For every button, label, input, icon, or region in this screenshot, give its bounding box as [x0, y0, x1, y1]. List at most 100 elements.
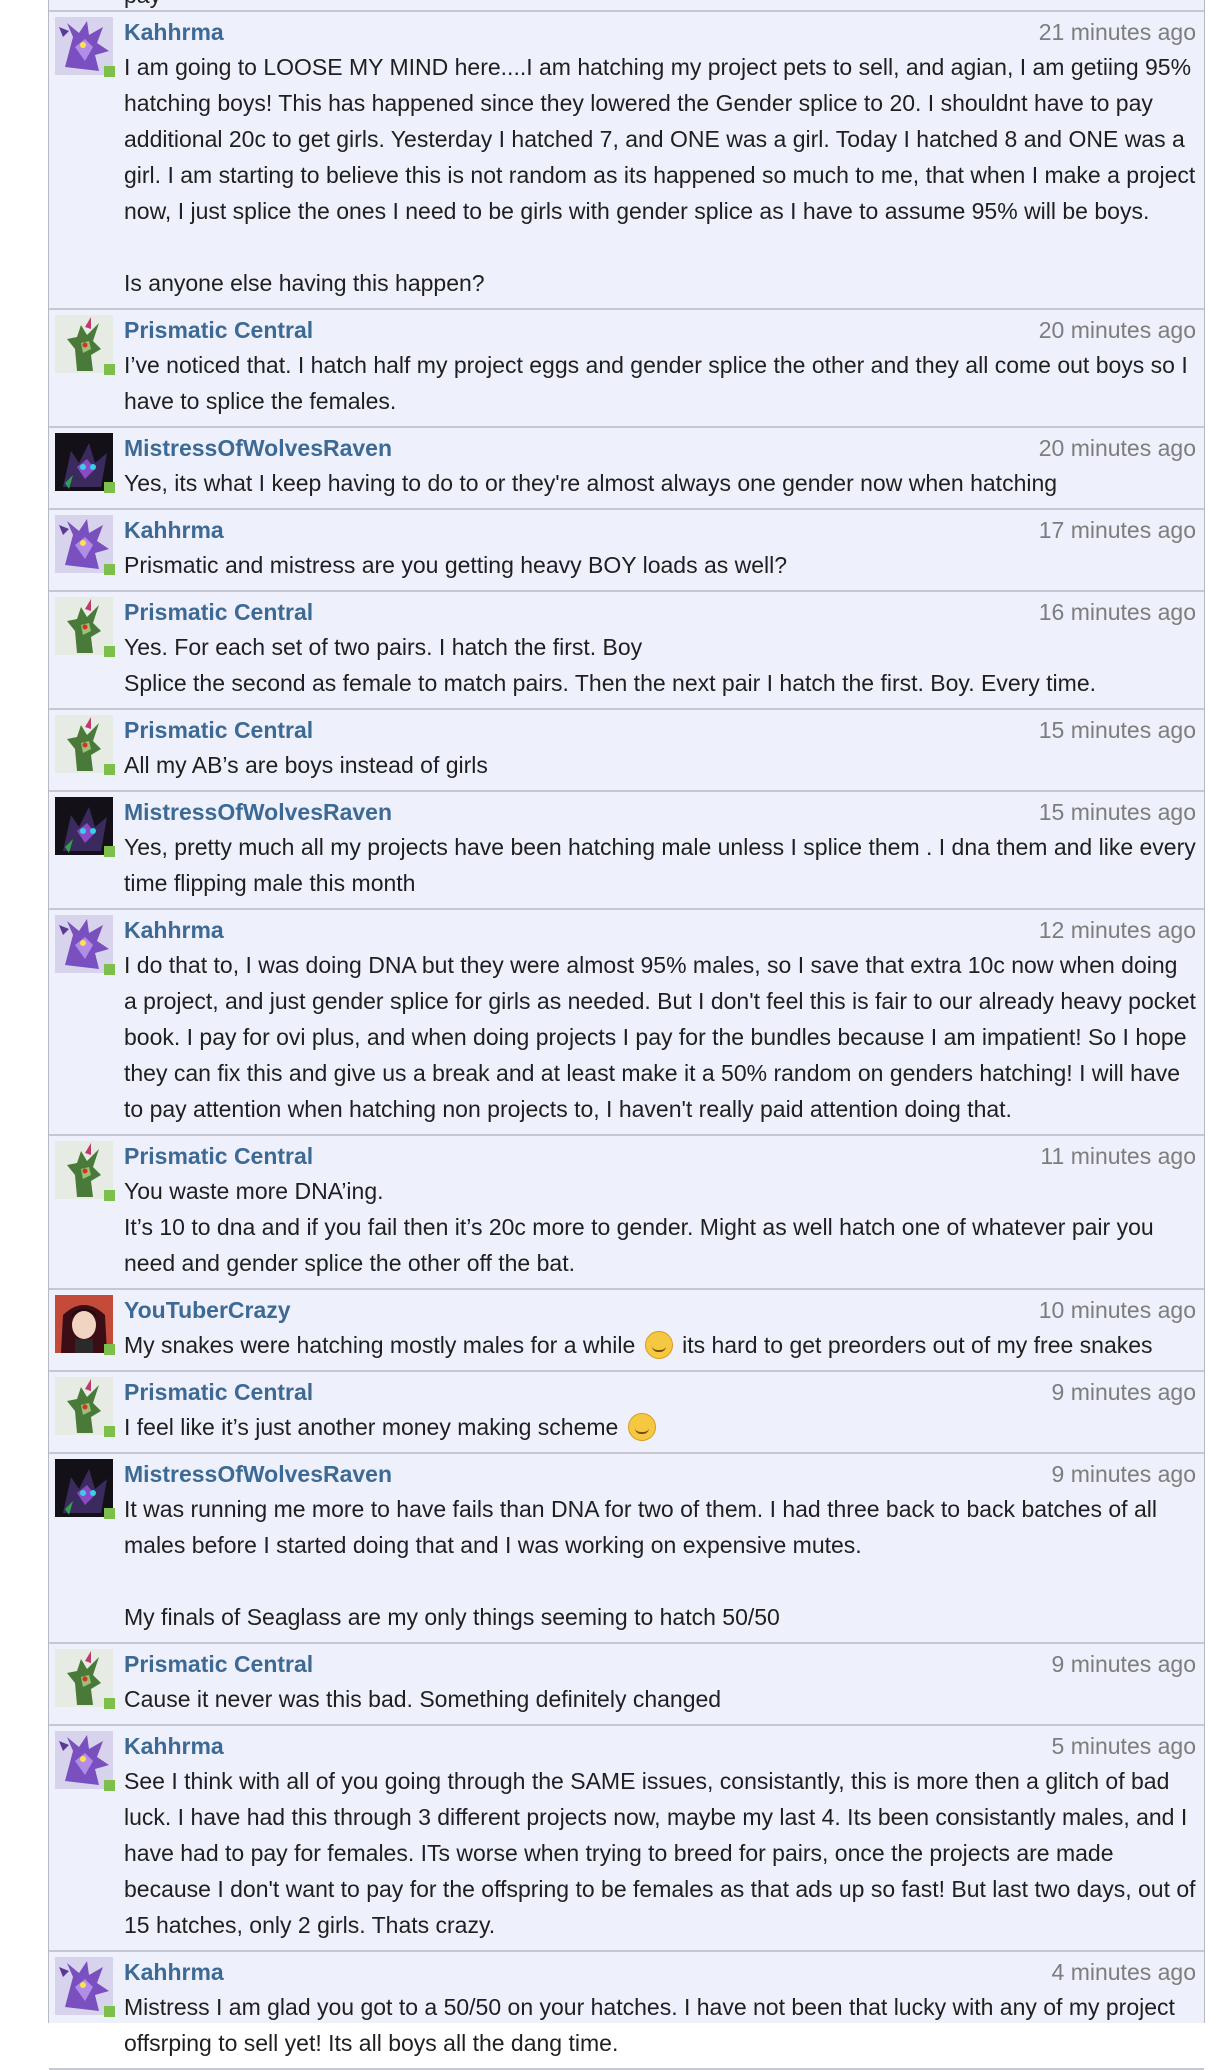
previous-post-text: pay	[124, 0, 161, 9]
post-header: Prismatic Central 20 minutes ago	[124, 313, 1196, 347]
comment-post: Prismatic Central 11 minutes ago You waste…	[49, 1136, 1204, 1290]
username-link[interactable]: Kahhrma	[124, 917, 224, 944]
post-paragraph: My finals of Seaglass are my only things…	[124, 1604, 780, 1630]
online-status-icon	[104, 846, 115, 857]
username-link[interactable]: Kahhrma	[124, 1959, 224, 1986]
post-body: See I think with all of you going throug…	[124, 1763, 1196, 1943]
username-link[interactable]: MistressOfWolvesRaven	[124, 799, 392, 826]
comment-post: Prismatic Central 20 minutes ago I’ve noti…	[49, 310, 1204, 428]
emoji-icon	[644, 1331, 673, 1359]
post-header: Prismatic Central 15 minutes ago	[124, 713, 1196, 747]
post-header: Kahhrma 5 minutes ago	[124, 1729, 1196, 1763]
username-link[interactable]: YouTuberCrazy	[124, 1297, 291, 1324]
post-paragraph: It’s 10 to dna and if you fail then it’s…	[124, 1214, 1161, 1276]
username-link[interactable]: MistressOfWolvesRaven	[124, 435, 392, 462]
comment-post: MistressOfWolvesRaven 9 minutes ago It was…	[49, 1454, 1204, 1644]
post-header: Kahhrma 17 minutes ago	[124, 513, 1196, 547]
comment-post: Kahhrma 4 minutes ago Mistress I am glad y…	[49, 1952, 1204, 2070]
comment-post: Prismatic Central 15 minutes ago All my AB…	[49, 710, 1204, 792]
comment-post: MistressOfWolvesRaven 15 minutes ago Yes, …	[49, 792, 1204, 910]
post-paragraph: Is anyone else having this happen?	[124, 270, 485, 296]
comment-post: Kahhrma 21 minutes ago I am going to LOOSE…	[49, 12, 1204, 310]
post-body: Prismatic and mistress are you getting h…	[124, 547, 1196, 583]
emoji-icon	[627, 1413, 656, 1441]
post-body: I am going to LOOSE MY MIND here....I am…	[124, 49, 1196, 301]
post-paragraph: I am going to LOOSE MY MIND here....I am…	[124, 54, 1202, 224]
username-link[interactable]: Prismatic Central	[124, 317, 313, 344]
username-link[interactable]: MistressOfWolvesRaven	[124, 1461, 392, 1488]
post-header: Prismatic Central 9 minutes ago	[124, 1375, 1196, 1409]
post-paragraph: I do that to, I was doing DNA but they w…	[124, 952, 1203, 1122]
post-body: Cause it never was this bad. Something d…	[124, 1681, 1196, 1717]
post-paragraph: All my AB’s are boys instead of girls	[124, 752, 488, 778]
post-paragraph: It was running me more to have fails tha…	[124, 1496, 1164, 1558]
post-body: It was running me more to have fails tha…	[124, 1491, 1196, 1635]
post-timestamp: 4 minutes ago	[1051, 1958, 1196, 1985]
post-paragraph	[124, 229, 1196, 265]
comment-post: Prismatic Central 16 minutes ago Yes. For …	[49, 592, 1204, 710]
post-paragraph: Yes, its what I keep having to do to or …	[124, 470, 1058, 496]
comment-post: Prismatic Central 9 minutes ago I feel lik…	[49, 1372, 1204, 1454]
post-body: I feel like it’s just another money maki…	[124, 1409, 1196, 1445]
post-timestamp: 9 minutes ago	[1051, 1378, 1196, 1405]
post-body: Yes, its what I keep having to do to or …	[124, 465, 1196, 501]
post-paragraph: Prismatic and mistress are you getting h…	[124, 552, 788, 578]
post-list: Kahhrma 21 minutes ago I am going to LOOSE…	[49, 12, 1204, 2070]
post-paragraph: Splice the second as female to match pai…	[124, 670, 1097, 696]
online-status-icon	[104, 1344, 115, 1355]
online-status-icon	[104, 964, 115, 975]
post-timestamp: 20 minutes ago	[1038, 316, 1196, 343]
comment-post: Kahhrma 12 minutes ago I do that to, I was…	[49, 910, 1204, 1136]
username-link[interactable]: Kahhrma	[124, 1733, 224, 1760]
post-timestamp: 5 minutes ago	[1051, 1732, 1196, 1759]
post-body: I do that to, I was doing DNA but they w…	[124, 947, 1196, 1127]
previous-post-fragment: pay	[49, 0, 1204, 12]
post-paragraph: You waste more DNA’ing.	[124, 1178, 384, 1204]
post-header: Prismatic Central 9 minutes ago	[124, 1647, 1196, 1681]
online-status-icon	[104, 1426, 115, 1437]
post-timestamp: 17 minutes ago	[1038, 516, 1196, 543]
post-paragraph: My snakes were hatching mostly males for…	[124, 1331, 1153, 1359]
online-status-icon	[104, 1780, 115, 1791]
online-status-icon	[104, 66, 115, 77]
post-header: Prismatic Central 16 minutes ago	[124, 595, 1196, 629]
post-timestamp: 9 minutes ago	[1051, 1460, 1196, 1487]
comment-thread: pay Kahhrma 21 minutes ago I am going to L…	[48, 0, 1205, 2070]
post-header: Kahhrma 4 minutes ago	[124, 1955, 1196, 1989]
username-link[interactable]: Kahhrma	[124, 19, 224, 46]
post-timestamp: 10 minutes ago	[1038, 1296, 1196, 1323]
post-timestamp: 15 minutes ago	[1038, 798, 1196, 825]
comment-post: Kahhrma 17 minutes ago Prismatic and mistr…	[49, 510, 1204, 592]
post-timestamp: 9 minutes ago	[1051, 1650, 1196, 1677]
post-timestamp: 16 minutes ago	[1038, 598, 1196, 625]
post-body: My snakes were hatching mostly males for…	[124, 1327, 1196, 1363]
post-body: Mistress I am glad you got to a 50/50 on…	[124, 1989, 1196, 2061]
post-timestamp: 20 minutes ago	[1038, 434, 1196, 461]
post-paragraph: Mistress I am glad you got to a 50/50 on…	[124, 1994, 1182, 2056]
post-header: MistressOfWolvesRaven 9 minutes ago	[124, 1457, 1196, 1491]
post-header: MistressOfWolvesRaven 15 minutes ago	[124, 795, 1196, 829]
post-body: Yes, pretty much all my projects have be…	[124, 829, 1196, 901]
online-status-icon	[104, 764, 115, 775]
username-link[interactable]: Prismatic Central	[124, 1651, 313, 1678]
post-body: All my AB’s are boys instead of girls	[124, 747, 1196, 783]
post-paragraph: See I think with all of you going throug…	[124, 1768, 1202, 1938]
post-header: YouTuberCrazy 10 minutes ago	[124, 1293, 1196, 1327]
post-body: Yes. For each set of two pairs. I hatch …	[124, 629, 1196, 701]
post-header: Kahhrma 21 minutes ago	[124, 15, 1196, 49]
online-status-icon	[104, 1698, 115, 1709]
username-link[interactable]: Prismatic Central	[124, 1143, 313, 1170]
username-link[interactable]: Prismatic Central	[124, 717, 313, 744]
comment-post: YouTuberCrazy 10 minutes ago My snakes wer…	[49, 1290, 1204, 1372]
online-status-icon	[104, 564, 115, 575]
online-status-icon	[104, 364, 115, 375]
post-timestamp: 21 minutes ago	[1038, 18, 1196, 45]
post-body: I’ve noticed that. I hatch half my proje…	[124, 347, 1196, 419]
comment-post: Kahhrma 5 minutes ago See I think with all…	[49, 1726, 1204, 1952]
online-status-icon	[104, 2006, 115, 2017]
post-paragraph: I feel like it’s just another money maki…	[124, 1409, 1196, 1445]
username-link[interactable]: Prismatic Central	[124, 1379, 313, 1406]
username-link[interactable]: Kahhrma	[124, 517, 224, 544]
username-link[interactable]: Prismatic Central	[124, 599, 313, 626]
post-paragraph: Cause it never was this bad. Something d…	[124, 1686, 722, 1712]
